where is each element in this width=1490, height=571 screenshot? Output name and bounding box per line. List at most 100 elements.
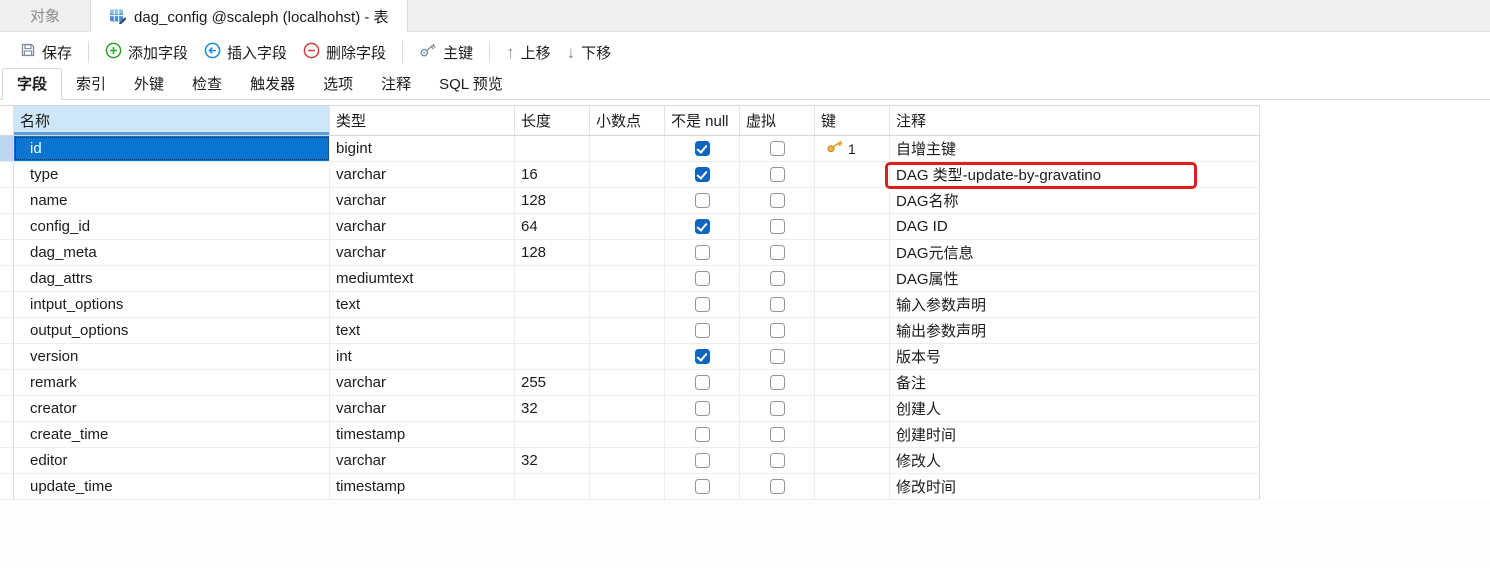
- field-decimal-cell[interactable]: [590, 422, 665, 447]
- field-decimal-cell[interactable]: [590, 474, 665, 499]
- column-header-comment[interactable]: 注释: [890, 106, 1260, 135]
- tab-comment[interactable]: 注释: [367, 69, 425, 99]
- virtual-checkbox[interactable]: [769, 167, 785, 182]
- key-cell[interactable]: [815, 162, 890, 187]
- field-name-cell[interactable]: creator: [14, 396, 330, 421]
- row-selector-gutter[interactable]: [0, 318, 14, 343]
- field-comment-cell[interactable]: 自增主键: [890, 136, 1260, 161]
- field-length-cell[interactable]: [515, 422, 590, 447]
- column-header-key[interactable]: 键: [815, 106, 890, 135]
- virtual-checkbox[interactable]: [769, 401, 785, 416]
- field-name-cell[interactable]: update_time: [14, 474, 330, 499]
- not-null-cell[interactable]: [665, 448, 740, 473]
- virtual-checkbox[interactable]: [769, 349, 785, 364]
- field-decimal-cell[interactable]: [590, 266, 665, 291]
- field-decimal-cell[interactable]: [590, 214, 665, 239]
- save-button[interactable]: 保存: [12, 37, 80, 68]
- field-row[interactable]: id bigint 1 自增主键: [0, 136, 1260, 162]
- tab-options[interactable]: 选项: [309, 69, 367, 99]
- key-cell[interactable]: [815, 396, 890, 421]
- field-row[interactable]: create_time timestamp 创建时间: [0, 422, 1260, 448]
- field-row[interactable]: type varchar 16 DAG 类型-update-by-gravati…: [0, 162, 1260, 189]
- field-comment-cell[interactable]: 版本号: [890, 344, 1260, 369]
- virtual-checkbox[interactable]: [769, 219, 785, 234]
- row-selector-gutter[interactable]: [0, 292, 14, 317]
- field-row[interactable]: update_time timestamp 修改时间: [0, 474, 1260, 500]
- not-null-checkbox[interactable]: [694, 323, 710, 338]
- field-decimal-cell[interactable]: [590, 370, 665, 395]
- not-null-checkbox[interactable]: [694, 167, 710, 182]
- not-null-cell[interactable]: [665, 422, 740, 447]
- row-selector-gutter[interactable]: [0, 214, 14, 239]
- tab-table-designer[interactable]: dag_config @scaleph (localhohst) - 表: [90, 0, 408, 32]
- not-null-checkbox[interactable]: [694, 245, 710, 260]
- virtual-cell[interactable]: [740, 214, 815, 239]
- field-comment-cell[interactable]: 输入参数声明: [890, 292, 1260, 317]
- field-row[interactable]: name varchar 128 DAG名称: [0, 188, 1260, 214]
- row-selector-gutter[interactable]: [0, 266, 14, 291]
- not-null-checkbox[interactable]: [694, 349, 710, 364]
- field-comment-cell[interactable]: DAG名称: [890, 188, 1260, 213]
- field-name-cell[interactable]: output_options: [14, 318, 330, 343]
- not-null-cell[interactable]: [665, 214, 740, 239]
- not-null-checkbox[interactable]: [694, 375, 710, 390]
- field-name-cell[interactable]: create_time: [14, 422, 330, 447]
- field-comment-cell[interactable]: 创建时间: [890, 422, 1260, 447]
- add-field-button[interactable]: 添加字段: [97, 37, 196, 68]
- field-length-cell[interactable]: 32: [515, 396, 590, 421]
- field-length-cell[interactable]: 128: [515, 240, 590, 265]
- key-cell[interactable]: [815, 292, 890, 317]
- virtual-cell[interactable]: [740, 136, 815, 161]
- field-type-cell[interactable]: int: [330, 344, 515, 369]
- field-decimal-cell[interactable]: [590, 396, 665, 421]
- row-selector-gutter[interactable]: [0, 474, 14, 499]
- virtual-checkbox[interactable]: [769, 245, 785, 260]
- key-cell[interactable]: [815, 474, 890, 499]
- not-null-checkbox[interactable]: [694, 193, 710, 208]
- field-comment-cell[interactable]: 输出参数声明: [890, 318, 1260, 343]
- field-row[interactable]: config_id varchar 64 DAG ID: [0, 214, 1260, 240]
- field-length-cell[interactable]: 255: [515, 370, 590, 395]
- field-length-cell[interactable]: 32: [515, 448, 590, 473]
- not-null-cell[interactable]: [665, 474, 740, 499]
- key-cell[interactable]: [815, 370, 890, 395]
- virtual-cell[interactable]: [740, 370, 815, 395]
- field-type-cell[interactable]: bigint: [330, 136, 515, 161]
- virtual-checkbox[interactable]: [769, 479, 785, 494]
- not-null-cell[interactable]: [665, 188, 740, 213]
- key-cell[interactable]: [815, 318, 890, 343]
- not-null-cell[interactable]: [665, 136, 740, 161]
- field-name-cell[interactable]: intput_options: [14, 292, 330, 317]
- not-null-cell[interactable]: [665, 318, 740, 343]
- key-cell[interactable]: 1: [815, 136, 890, 161]
- tab-foreign-keys[interactable]: 外键: [120, 69, 178, 99]
- virtual-checkbox[interactable]: [769, 427, 785, 442]
- delete-field-button[interactable]: 删除字段: [295, 37, 394, 68]
- field-type-cell[interactable]: varchar: [330, 240, 515, 265]
- field-comment-cell[interactable]: DAG 类型-update-by-gravatino: [885, 162, 1260, 189]
- field-comment-cell[interactable]: DAG ID: [890, 214, 1260, 239]
- field-comment-cell[interactable]: DAG属性: [890, 266, 1260, 291]
- move-down-button[interactable]: ↓ 下移: [559, 37, 620, 68]
- field-comment-cell[interactable]: 备注: [890, 370, 1260, 395]
- field-type-cell[interactable]: varchar: [330, 396, 515, 421]
- row-selector-gutter[interactable]: [0, 344, 14, 369]
- field-type-cell[interactable]: timestamp: [330, 474, 515, 499]
- field-type-cell[interactable]: varchar: [330, 214, 515, 239]
- tab-objects[interactable]: 对象: [0, 0, 90, 31]
- not-null-checkbox[interactable]: [694, 219, 710, 234]
- not-null-cell[interactable]: [665, 266, 740, 291]
- field-row[interactable]: output_options text 输出参数声明: [0, 318, 1260, 344]
- field-type-cell[interactable]: varchar: [330, 188, 515, 213]
- field-row[interactable]: remark varchar 255 备注: [0, 370, 1260, 396]
- field-row[interactable]: dag_meta varchar 128 DAG元信息: [0, 240, 1260, 266]
- field-type-cell[interactable]: timestamp: [330, 422, 515, 447]
- virtual-checkbox[interactable]: [769, 375, 785, 390]
- field-length-cell[interactable]: [515, 474, 590, 499]
- virtual-cell[interactable]: [740, 344, 815, 369]
- virtual-cell[interactable]: [740, 396, 815, 421]
- row-selector-gutter[interactable]: [0, 370, 14, 395]
- field-comment-cell[interactable]: DAG元信息: [890, 240, 1260, 265]
- field-length-cell[interactable]: 128: [515, 188, 590, 213]
- field-type-cell[interactable]: text: [330, 292, 515, 317]
